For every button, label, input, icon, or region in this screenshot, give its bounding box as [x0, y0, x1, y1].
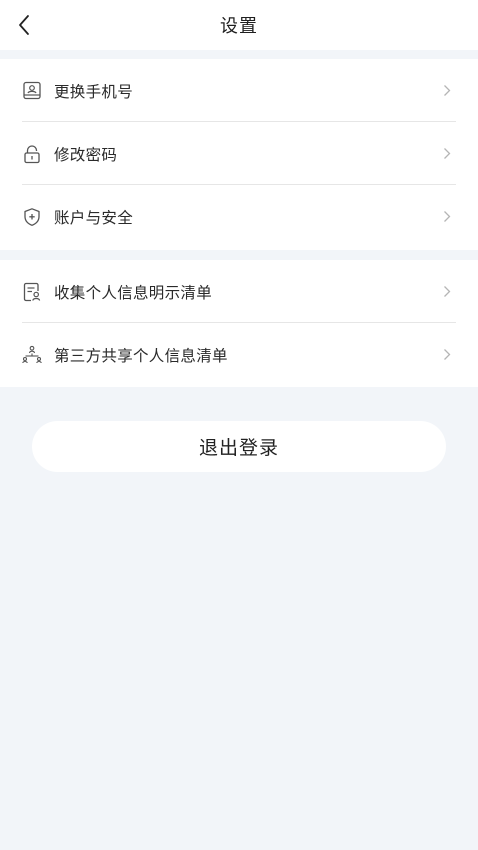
- chevron-right-icon: [442, 285, 452, 299]
- change-password-row[interactable]: 修改密码: [0, 122, 478, 185]
- document-person-icon: [21, 281, 43, 303]
- chevron-right-icon: [442, 84, 452, 98]
- logout-button[interactable]: 退出登录: [32, 421, 446, 472]
- chevron-right-icon: [442, 147, 452, 161]
- page-title: 设置: [220, 16, 258, 37]
- change-phone-label: 更换手机号: [54, 82, 134, 101]
- settings-group-privacy: 收集个人信息明示清单 第三方共享个人信息清单: [0, 260, 478, 387]
- chevron-right-icon: [442, 210, 452, 224]
- phone-icon: [21, 80, 43, 102]
- chevron-right-icon: [442, 348, 452, 362]
- collected-info-list-label: 收集个人信息明示清单: [54, 283, 213, 302]
- change-phone-row[interactable]: 更换手机号: [0, 59, 478, 122]
- lock-icon: [21, 143, 43, 165]
- third-party-sharing-list-row[interactable]: 第三方共享个人信息清单: [0, 323, 478, 386]
- third-party-sharing-list-label: 第三方共享个人信息清单: [54, 346, 228, 365]
- account-security-row[interactable]: 账户与安全: [0, 185, 478, 248]
- collected-info-list-row[interactable]: 收集个人信息明示清单: [0, 260, 478, 323]
- shield-icon: [21, 206, 43, 228]
- account-security-label: 账户与安全: [54, 208, 134, 227]
- top-bar: 设置: [0, 0, 478, 50]
- settings-group-account: 更换手机号 修改密码 账户与安全: [0, 59, 478, 250]
- share-network-icon: [21, 344, 43, 366]
- change-password-label: 修改密码: [54, 145, 118, 164]
